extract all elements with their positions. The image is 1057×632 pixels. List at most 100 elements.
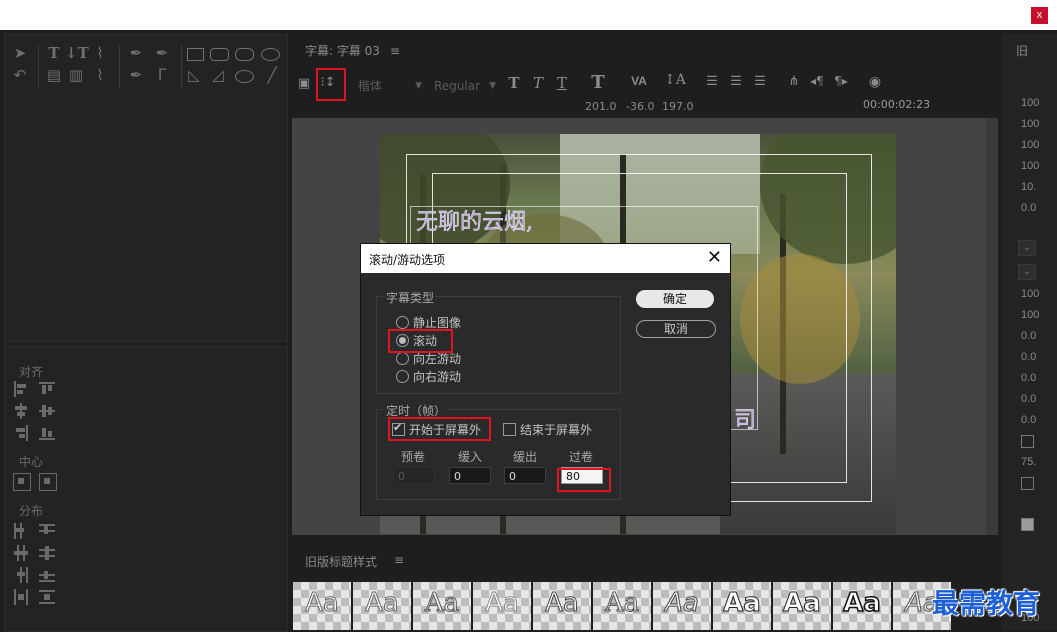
leading-value[interactable]: 197.0 — [662, 100, 694, 113]
chevron-down-icon[interactable]: ⌄ — [1018, 240, 1036, 256]
rounded-corner-tool-icon[interactable] — [261, 48, 280, 61]
dialog-titlebar[interactable]: 滚动/游动选项 ✕ — [361, 244, 730, 273]
clipped-rectangle-tool-icon[interactable] — [235, 48, 254, 61]
style-swatch[interactable]: Aa — [833, 582, 891, 630]
property-checkbox-checked[interactable] — [1021, 518, 1034, 531]
selection-tool-icon[interactable]: ➤ — [9, 43, 31, 63]
font-size-icon[interactable]: T — [586, 72, 610, 93]
ellipse-tool-icon[interactable] — [235, 70, 254, 83]
property-value[interactable]: 10. — [1021, 181, 1036, 193]
distribute-bottom-icon[interactable] — [39, 567, 55, 583]
show-video-forward-icon[interactable]: ¶▸ — [832, 74, 850, 88]
font-size-value[interactable]: 201.0 — [585, 100, 617, 113]
leading-icon[interactable]: ↕A — [664, 72, 686, 88]
align-text-right-icon[interactable]: ☰ — [752, 74, 768, 89]
style-swatch[interactable]: Aa — [353, 582, 411, 630]
style-swatch[interactable]: Aa — [413, 582, 471, 630]
style-swatch[interactable]: Aa — [533, 582, 591, 630]
distribute-right-icon[interactable] — [13, 567, 29, 583]
properties-tab[interactable]: 旧 — [1016, 42, 1028, 59]
editor-menu-icon[interactable]: ≡ — [390, 44, 400, 58]
style-swatch[interactable]: Aa — [713, 582, 771, 630]
align-left-icon[interactable] — [13, 381, 29, 397]
new-title-icon[interactable]: ▣ — [296, 76, 312, 91]
property-value[interactable]: 0.0 — [1021, 330, 1036, 342]
radio-crawl-left[interactable] — [396, 352, 409, 365]
add-anchor-tool-icon[interactable]: ✒ — [125, 65, 147, 85]
styles-menu-icon[interactable]: ≡ — [394, 553, 404, 567]
style-swatch[interactable]: Aa — [473, 582, 531, 630]
radio-crawl-right[interactable] — [396, 370, 409, 383]
ease-in-input[interactable]: 0 — [449, 467, 491, 484]
property-value[interactable]: 75. — [1021, 456, 1036, 468]
end-offscreen-checkbox[interactable] — [503, 423, 516, 436]
vertical-type-tool-icon[interactable]: ↓T — [65, 43, 89, 63]
property-value[interactable]: 0.0 — [1021, 351, 1036, 363]
cancel-button[interactable]: 取消 — [636, 320, 716, 338]
property-value[interactable]: 0.0 — [1021, 202, 1036, 214]
property-value[interactable]: 100 — [1021, 139, 1039, 151]
rectangle-tool-icon[interactable] — [187, 48, 204, 61]
vertical-area-type-tool-icon[interactable]: ▥ — [65, 65, 87, 85]
title-editor-tab[interactable]: 字幕: 字幕 03 — [305, 42, 380, 59]
delete-anchor-tool-icon[interactable]: ✒ — [151, 43, 173, 63]
align-top-icon[interactable] — [39, 381, 55, 397]
area-type-tool-icon[interactable]: ▤ — [43, 65, 65, 85]
underline-icon[interactable]: T — [554, 74, 570, 92]
rounded-rectangle-tool-icon[interactable] — [210, 48, 229, 61]
convert-anchor-tool-icon[interactable]: ᒥ — [151, 65, 173, 85]
arc-tool-icon[interactable]: ◿ — [207, 65, 229, 85]
property-value[interactable]: 0.0 — [1021, 414, 1036, 426]
style-swatch[interactable]: Aa — [293, 582, 351, 630]
property-value[interactable]: 0.0 — [1021, 372, 1036, 384]
radio-still[interactable] — [396, 316, 409, 329]
property-checkbox[interactable] — [1021, 435, 1034, 448]
timecode-display[interactable]: 00:00:02:23 — [863, 98, 930, 111]
property-value[interactable]: 100 — [1021, 160, 1039, 172]
distribute-top-icon[interactable] — [39, 523, 55, 539]
center-vertical-icon[interactable] — [39, 473, 57, 491]
close-icon[interactable]: ✕ — [707, 247, 722, 267]
align-vertical-center-icon[interactable] — [39, 403, 55, 419]
font-family-select[interactable]: 楷体 ▼ — [358, 77, 424, 95]
property-value[interactable]: 100 — [1021, 288, 1039, 300]
path-type-tool-icon[interactable]: ⌇ — [89, 43, 111, 63]
canvas-scrollbar[interactable] — [986, 118, 998, 535]
property-checkbox[interactable] — [1021, 477, 1034, 490]
chevron-down-icon[interactable]: ⌄ — [1018, 264, 1036, 280]
end-offscreen-label[interactable]: 结束于屏幕外 — [520, 421, 592, 438]
align-right-icon[interactable] — [13, 425, 29, 441]
title-styles-tab[interactable]: 旧版标题样式 — [305, 553, 377, 570]
align-bottom-icon[interactable] — [39, 425, 55, 441]
center-horizontal-icon[interactable] — [13, 473, 31, 491]
property-value[interactable]: 100 — [1021, 97, 1039, 109]
pen-tool-icon[interactable]: ✒ — [125, 43, 147, 63]
align-text-left-icon[interactable]: ☰ — [704, 74, 720, 89]
style-swatch[interactable]: Aa — [773, 582, 831, 630]
background-video-icon[interactable]: ◉ — [866, 74, 884, 90]
font-style-select[interactable]: Regular ▼ — [434, 77, 498, 95]
tab-stops-icon[interactable]: ⋔ — [786, 74, 802, 89]
property-value[interactable]: 100 — [1021, 118, 1039, 130]
style-swatch[interactable]: Aa — [653, 582, 711, 630]
wedge-tool-icon[interactable]: ◺ — [183, 65, 205, 85]
kerning-icon[interactable]: VA — [628, 74, 650, 88]
ok-button[interactable]: 确定 — [636, 290, 714, 308]
show-video-back-icon[interactable]: ◂¶ — [808, 74, 826, 88]
bold-icon[interactable]: T — [506, 74, 522, 92]
line-tool-icon[interactable]: ╱ — [261, 65, 283, 85]
style-swatch[interactable]: Aa — [593, 582, 651, 630]
window-close-button[interactable]: x — [1031, 7, 1048, 24]
distribute-v-space-icon[interactable] — [39, 589, 55, 605]
distribute-h-space-icon[interactable] — [13, 589, 29, 605]
distribute-center-v-icon[interactable] — [39, 545, 55, 561]
type-tool-icon[interactable]: T — [43, 43, 65, 63]
title-preview-text[interactable]: 无聊的云烟, — [416, 204, 533, 236]
align-horizontal-center-icon[interactable] — [13, 403, 29, 419]
distribute-center-h-icon[interactable] — [13, 545, 29, 561]
property-value[interactable]: 100 — [1021, 309, 1039, 321]
property-value[interactable]: 0.0 — [1021, 393, 1036, 405]
align-text-center-icon[interactable]: ☰ — [728, 74, 744, 89]
rotate-tool-icon[interactable]: ↶ — [9, 65, 31, 85]
italic-icon[interactable]: T — [530, 74, 546, 92]
